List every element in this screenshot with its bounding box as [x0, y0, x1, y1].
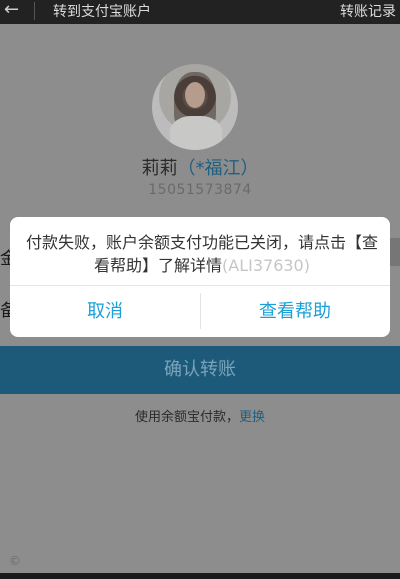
page-title: 转到支付宝账户: [53, 4, 151, 20]
copyright-icon: ©: [9, 554, 21, 568]
top-nav-bar: ← 转到支付宝账户 转账记录: [0, 0, 400, 24]
avatar: [152, 64, 238, 150]
avatar-body-shape: [170, 116, 222, 150]
cancel-button[interactable]: 取消: [10, 286, 200, 337]
recipient-nickname: （*福江）: [177, 158, 259, 179]
recipient-account: 15051573874: [148, 182, 252, 198]
switch-payment-link[interactable]: 更换: [239, 410, 265, 425]
payment-method-text: 使用余额宝付款，: [134, 410, 239, 425]
bottom-bar: [0, 573, 400, 579]
confirm-transfer-button[interactable]: 确认转账: [0, 346, 400, 394]
payment-failed-dialog: 付款失败，账户余额支付功能已关闭，请点击【查看帮助】了解详情(ALI37630)…: [10, 217, 390, 337]
back-arrow-icon[interactable]: ←: [4, 0, 19, 20]
transfer-record-link[interactable]: 转账记录: [340, 1, 396, 21]
nav-divider: [34, 2, 35, 20]
recipient-real-name: 莉莉: [141, 158, 178, 179]
avatar-face-shape: [185, 82, 205, 108]
recipient-name: 莉莉（*福江）: [0, 154, 400, 180]
dialog-message: 付款失败，账户余额支付功能已关闭，请点击【查看帮助】了解详情(ALI37630): [24, 231, 380, 277]
dialog-message-text: 付款失败，账户余额支付功能已关闭，请点击【查看帮助】了解详情: [25, 233, 378, 275]
view-help-button[interactable]: 查看帮助: [200, 286, 390, 337]
dialog-error-code: (ALI37630): [222, 256, 310, 275]
payment-method-line: 使用余额宝付款，更换: [0, 406, 400, 425]
